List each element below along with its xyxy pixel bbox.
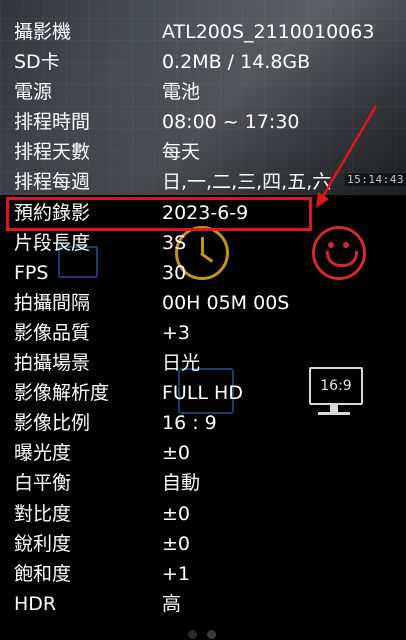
annotation-arrow-icon — [316, 105, 378, 208]
